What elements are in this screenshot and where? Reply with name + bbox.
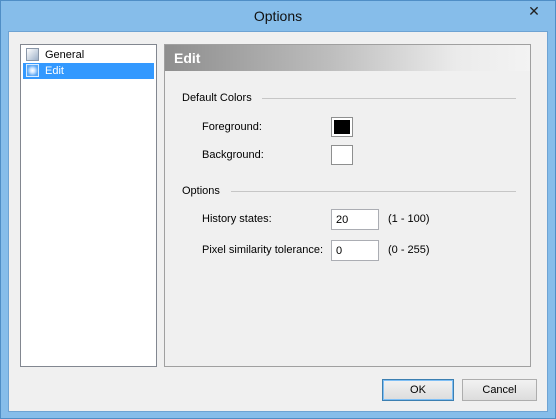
history-states-input[interactable] bbox=[331, 209, 379, 230]
edit-page-icon bbox=[26, 64, 39, 77]
title-bar[interactable]: Options ✕ bbox=[1, 1, 555, 31]
default-colors-heading: Default Colors bbox=[182, 92, 252, 104]
edit-settings-panel: Edit Default Colors Foreground: Backgrou… bbox=[164, 44, 531, 367]
pixel-tolerance-label: Pixel similarity tolerance: bbox=[202, 244, 324, 256]
options-page-list[interactable]: General Edit bbox=[20, 44, 157, 367]
cancel-button[interactable]: Cancel bbox=[462, 379, 537, 401]
background-label: Background: bbox=[202, 149, 264, 161]
background-color-swatch[interactable] bbox=[331, 145, 353, 165]
panel-title: Edit bbox=[174, 50, 201, 66]
foreground-label: Foreground: bbox=[202, 121, 262, 133]
ok-button[interactable]: OK bbox=[382, 379, 454, 401]
foreground-color-fill bbox=[334, 120, 350, 134]
close-icon[interactable]: ✕ bbox=[519, 2, 549, 20]
group-divider bbox=[231, 191, 516, 192]
foreground-color-swatch[interactable] bbox=[331, 117, 353, 137]
background-color-fill bbox=[334, 148, 350, 162]
nav-item-label: General bbox=[45, 49, 85, 61]
general-page-icon bbox=[26, 48, 39, 61]
panel-header: Edit bbox=[165, 45, 530, 71]
window-title: Options bbox=[253, 8, 303, 24]
pixel-tolerance-input[interactable] bbox=[331, 240, 379, 261]
group-divider bbox=[262, 98, 516, 99]
history-states-range: (1 - 100) bbox=[388, 213, 430, 225]
pixel-tolerance-range: (0 - 255) bbox=[388, 244, 430, 256]
nav-item-edit[interactable]: Edit bbox=[23, 63, 154, 79]
options-heading: Options bbox=[182, 185, 220, 197]
dialog-client-area: General Edit Edit Default Colors Foregro… bbox=[8, 31, 548, 412]
options-window: Options ✕ General Edit Edit Default Colo… bbox=[0, 0, 556, 419]
history-states-label: History states: bbox=[202, 213, 272, 225]
nav-item-general[interactable]: General bbox=[23, 47, 154, 63]
nav-item-label: Edit bbox=[45, 65, 64, 77]
